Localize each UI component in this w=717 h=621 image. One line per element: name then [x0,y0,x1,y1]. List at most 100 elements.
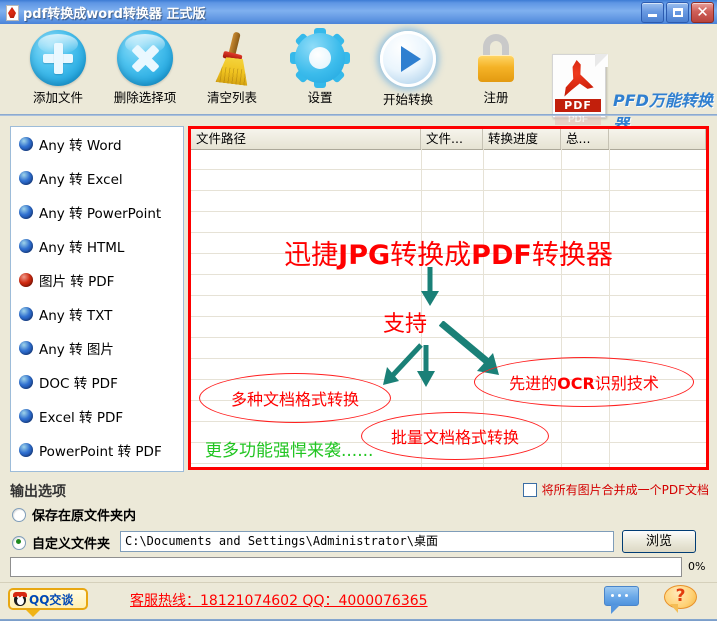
promo-overlay: 迅捷JPG转换成PDF转换器 支持 多种文档格式转换 批量文档格式转换 先进的O… [191,149,706,467]
application-window: pdf转换成word转换器 正式版 ✕ 添加文件 删除选择项 清空列表 设置 开… [0,0,717,621]
custom-folder-radio-row[interactable]: 自定义文件夹 [12,533,110,552]
title-bar: pdf转换成word转换器 正式版 ✕ [0,0,717,25]
conversion-mode-label: Any 转 Excel [39,172,123,188]
conversion-mode-item[interactable]: 图片 转 PDF [11,263,183,297]
register-label: 注册 [483,90,509,105]
promo-title-part3: 转换器 [531,240,613,271]
conversion-mode-item[interactable]: Any 转 TXT [11,297,183,331]
pdf-file-icon: PDF PDF [552,54,608,125]
radio-indicator-icon[interactable] [19,239,33,253]
qq-chat-button[interactable]: QQ交谈 [8,588,88,617]
file-list-column-header[interactable]: 文件路径 [191,129,421,149]
callout-batch-label: 批量文档格式转换 [390,428,519,447]
conversion-mode-label: 图片 转 PDF [39,274,115,290]
conversion-mode-label: Any 转 Word [39,138,122,154]
radio-indicator-icon[interactable] [19,375,33,389]
file-list-header: 文件路径 文件... 转换进度 总... [191,129,706,150]
promo-title-part1: 迅捷 [284,240,339,271]
conversion-mode-label: DOC 转 PDF [39,376,118,392]
callout-ocr-label: 先进的OCR识别技术 [509,374,659,393]
radio-indicator-icon[interactable] [19,341,33,355]
file-list-column-header[interactable]: 文件... [421,129,483,149]
arrow-down-top-icon [421,267,439,306]
file-list-column-header[interactable]: 总... [561,129,609,149]
conversion-mode-label: Any 转 TXT [39,308,113,324]
question-help-icon[interactable]: ? [664,585,697,613]
conversion-mode-label: Any 转 HTML [39,240,125,256]
save-original-radio[interactable] [12,507,26,522]
remove-selected-label: 删除选择项 [113,90,177,105]
progress-bar [10,557,682,577]
radio-indicator-icon[interactable] [19,205,33,219]
conversion-mode-item[interactable]: Excel 转 PDF [11,399,183,433]
output-options-label: 输出选项 [10,484,66,500]
file-list-column-header[interactable] [609,129,706,149]
conversion-mode-label: PowerPoint 转 PDF [39,444,162,460]
clear-list-button[interactable]: 清空列表 [186,30,278,106]
promo-subtitle: 支持 [383,312,428,337]
promo-title: 迅捷JPG转换成PDF转换器 [191,233,706,272]
register-button[interactable]: 注册 [450,30,542,106]
merge-images-label: 将所有图片合并成一个PDF文档 [541,483,709,497]
conversion-mode-label: Any 转 图片 [39,342,114,358]
conversion-mode-item[interactable]: Any 转 图片 [11,331,183,365]
close-button[interactable]: ✕ [691,2,714,23]
toolbar: 添加文件 删除选择项 清空列表 设置 开始转换 注册 PDF PDF PFD万能… [0,24,717,134]
pdf-document-icon [4,4,20,21]
callout-multi-format-label: 多种文档格式转换 [230,390,359,409]
qq-penguin-icon [13,591,27,607]
conversion-mode-item[interactable]: Any 转 Word [11,127,183,161]
plus-circle-icon [30,30,86,86]
add-file-button[interactable]: 添加文件 [12,30,104,106]
callout-ocr: 先进的OCR识别技术 [474,357,694,407]
window-controls: ✕ [641,2,714,23]
window-title: pdf转换成word转换器 正式版 [23,6,206,22]
settings-button[interactable]: 设置 [274,28,366,106]
minimize-button[interactable] [641,2,664,23]
add-file-label: 添加文件 [32,90,83,105]
radio-indicator-icon[interactable] [19,171,33,185]
conversion-mode-item[interactable]: DOC 转 PDF [11,365,183,399]
hotline-text[interactable]: 客服热线：18121074602 QQ：4000076365 [130,590,428,610]
arrow-down-center-icon [417,345,435,387]
radio-indicator-icon[interactable] [19,443,33,457]
play-circle-icon [379,30,437,88]
radio-indicator-icon[interactable] [19,137,33,151]
file-list-column-header[interactable]: 转换进度 [483,129,561,149]
merge-images-checkbox[interactable] [522,482,537,497]
maximize-button[interactable] [666,2,689,23]
radio-indicator-icon[interactable] [19,307,33,321]
progress-percent-label: 0% [688,560,706,573]
qq-chat-label: QQ交谈 [29,592,74,607]
start-convert-label: 开始转换 [382,92,433,107]
broom-icon [204,30,260,86]
conversion-mode-item[interactable]: PowerPoint 转 PDF [11,433,183,467]
settings-label: 设置 [307,90,333,105]
pdf-reflection-label: PDF [555,116,601,125]
gear-icon [290,28,350,88]
save-original-radio-row[interactable]: 保存在原文件夹内 [12,505,136,524]
output-path-input[interactable]: C:\Documents and Settings\Administrator\… [120,531,614,552]
chat-bubble-icon[interactable] [604,586,639,614]
remove-selected-button[interactable]: 删除选择项 [99,30,191,106]
pdf-band-label: PDF [555,99,601,112]
clear-list-label: 清空列表 [206,90,257,105]
custom-folder-radio[interactable] [12,535,26,550]
file-list-panel[interactable]: 文件路径 文件... 转换进度 总... 迅捷JPG转换成PDF转换器 支持 多… [188,126,709,470]
lock-icon [468,30,524,86]
x-circle-icon [117,30,173,86]
start-convert-button[interactable]: 开始转换 [362,30,454,108]
conversion-mode-item[interactable]: Any 转 Excel [11,161,183,195]
radio-indicator-icon[interactable] [19,273,33,287]
conversion-mode-item[interactable]: Any 转 HTML [11,229,183,263]
conversion-mode-label: Excel 转 PDF [39,410,124,426]
promo-title-jpg: JPG [338,240,391,271]
conversion-mode-label: Any 转 PowerPoint [39,206,162,222]
browse-button[interactable]: 浏览 [622,530,696,553]
callout-batch: 批量文档格式转换 [361,412,549,460]
callout-multi-format: 多种文档格式转换 [199,373,391,423]
merge-images-checkbox-row[interactable]: 将所有图片合并成一个PDF文档 [522,481,709,498]
conversion-mode-item[interactable]: Any 转 PowerPoint [11,195,183,229]
radio-indicator-icon[interactable] [19,409,33,423]
custom-folder-label: 自定义文件夹 [32,537,111,552]
